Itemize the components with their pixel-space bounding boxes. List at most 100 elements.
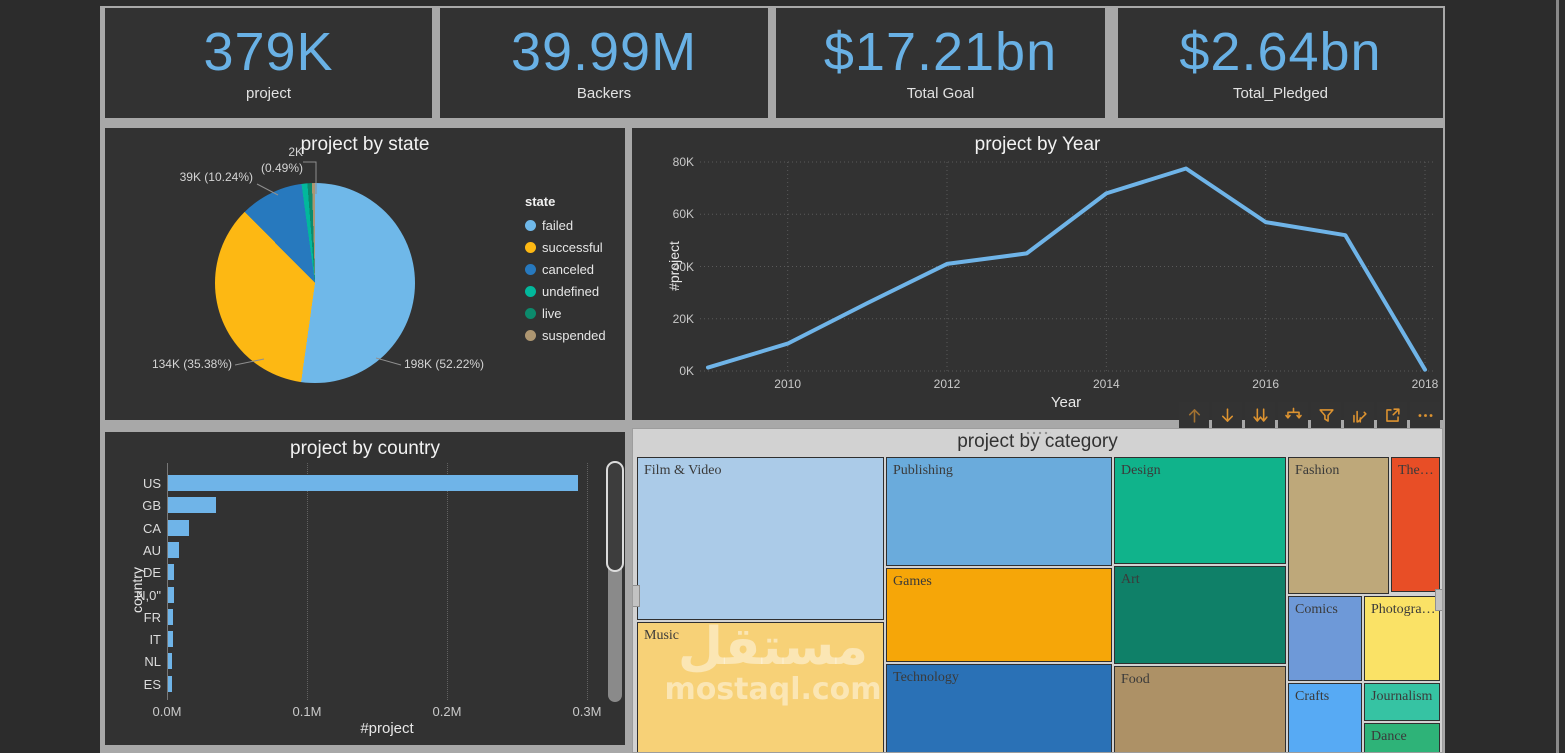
legend-item-canceled[interactable]: canceled <box>525 262 606 277</box>
treemap-tile-the-[interactable]: The… <box>1391 457 1440 592</box>
x-axis-title: Year <box>1050 394 1082 411</box>
x-tick-label: 0.0M <box>152 704 182 719</box>
bar-category-label: GB <box>142 498 161 514</box>
kpi-card-backers[interactable]: 39.99M Backers <box>440 8 768 118</box>
pie-legend: state failed successful canceled undefined l… <box>525 194 606 343</box>
legend-item-failed[interactable]: failed <box>525 218 606 233</box>
visual-header-toolbar <box>1179 402 1440 428</box>
bar-N,0"[interactable] <box>168 586 174 603</box>
tile-label: Dance <box>1371 729 1407 744</box>
treemap-tile-journalism[interactable]: Journalism <box>1364 683 1440 721</box>
legend-dot-icon <box>525 242 536 253</box>
tile-label: Film & Video <box>644 463 722 478</box>
treemap-tile-design[interactable]: Design <box>1114 457 1286 564</box>
pie-data-label-suspended: 2K (0.49%) <box>260 145 303 176</box>
kpi-label: project <box>245 84 292 102</box>
bar-category-label: IT <box>149 632 161 648</box>
y-tick-label: 80K <box>672 155 694 169</box>
legend-label: canceled <box>542 262 595 277</box>
tile-label: Food <box>1121 672 1150 687</box>
drill-up-icon[interactable] <box>1179 402 1209 428</box>
legend-item-undefined[interactable]: undefined <box>525 284 606 299</box>
tile-label: Technology <box>893 670 959 685</box>
legend-label: suspended <box>542 328 606 343</box>
bar-category-label: US <box>142 476 161 491</box>
legend-item-successful[interactable]: successful <box>525 240 606 255</box>
kpi-card-total-pledged[interactable]: $2.64bn Total_Pledged <box>1118 8 1443 118</box>
x-tick-label: 2012 <box>933 377 961 391</box>
kpi-value: 379K <box>203 22 334 83</box>
treemap-tile-games[interactable]: Games <box>886 568 1112 662</box>
treemap-tile-crafts[interactable]: Crafts <box>1288 683 1362 752</box>
treemap-tile-art[interactable]: Art <box>1114 566 1286 664</box>
bar-category-label: FR <box>143 609 161 625</box>
treemap-tile-comics[interactable]: Comics <box>1288 596 1362 681</box>
tile-label: Art <box>1121 572 1140 587</box>
legend-label: undefined <box>542 284 600 299</box>
gridline <box>447 463 448 700</box>
tile-label: Comics <box>1295 602 1338 617</box>
bar-US[interactable] <box>168 475 579 491</box>
bar-IT[interactable] <box>168 631 173 648</box>
bar-category-label: N,0" <box>136 587 161 603</box>
chart-title: project by category <box>957 431 1118 452</box>
treemap-tile-food[interactable]: Food <box>1114 666 1286 752</box>
right-resize-handle[interactable] <box>1435 589 1442 611</box>
chart-scrollbar-thumb[interactable] <box>606 461 624 572</box>
bar-ES[interactable] <box>168 675 172 692</box>
x-tick-label: 0.1M <box>292 704 322 719</box>
legend-dot-icon <box>525 264 536 275</box>
bar-NL[interactable] <box>168 653 173 670</box>
line-chart-panel[interactable]: project by Year #project 0K 20K 40K 60K 80K 2… <box>632 128 1443 420</box>
legend-item-live[interactable]: live <box>525 306 606 321</box>
bar-chart-panel[interactable]: project by country country 0.0M 0.1M 0.2M 0… <box>105 432 625 745</box>
treemap-tile-photogra-[interactable]: Photogra… <box>1364 596 1440 681</box>
bar-DE[interactable] <box>168 564 175 581</box>
treemap-tile-film-video[interactable]: Film & Video <box>637 457 884 620</box>
bar-FR[interactable] <box>168 608 173 625</box>
chart-scrollbar-track[interactable] <box>608 568 622 702</box>
pie-data-label-successful: 134K (35.38%) <box>151 357 232 371</box>
x-tick-label: 2016 <box>1252 377 1279 391</box>
treemap-header: project by category <box>633 429 1442 457</box>
legend-label: failed <box>542 218 574 233</box>
go-to-next-level-icon[interactable] <box>1245 402 1275 428</box>
gridline <box>587 463 588 700</box>
legend-dot-icon <box>525 286 536 297</box>
kpi-value: $17.21bn <box>823 22 1058 83</box>
treemap-panel[interactable]: project by category Film & Video Music Pub… <box>632 428 1443 753</box>
drill-down-icon[interactable] <box>1212 402 1242 428</box>
x-tick-label: 2018 <box>1411 377 1439 391</box>
treemap-tile-fashion[interactable]: Fashion <box>1288 457 1389 594</box>
powerbi-dashboard: 379K project 39.99M Backers $17.21bn Tot… <box>0 0 1565 753</box>
y-tick-label: 0K <box>679 364 694 378</box>
legend-dot-icon <box>525 220 536 231</box>
treemap-tile-technology[interactable]: Technology <box>886 664 1112 752</box>
chart-edit-icon[interactable] <box>1344 402 1374 428</box>
legend-item-suspended[interactable]: suspended <box>525 328 606 343</box>
tile-label: Music <box>644 628 679 643</box>
x-tick-label: 2010 <box>774 377 801 391</box>
bar-CA[interactable] <box>168 519 189 536</box>
legend-dot-icon <box>525 308 536 319</box>
focus-mode-icon[interactable] <box>1377 402 1407 428</box>
x-tick-label: 0.2M <box>432 704 462 719</box>
treemap-tile-publishing[interactable]: Publishing <box>886 457 1112 566</box>
bar-GB[interactable] <box>168 497 216 514</box>
kpi-card-total-goal[interactable]: $17.21bn Total Goal <box>776 8 1105 118</box>
gridline <box>307 463 308 700</box>
tile-label: The… <box>1398 463 1434 478</box>
pie-chart[interactable] <box>215 183 415 383</box>
line-chart[interactable] <box>700 160 1433 374</box>
more-options-icon[interactable] <box>1410 402 1440 428</box>
treemap-tile-music[interactable]: Music <box>637 622 884 752</box>
window-scrollbar[interactable] <box>1556 0 1559 753</box>
left-resize-handle[interactable] <box>633 585 640 607</box>
filter-icon[interactable] <box>1311 402 1341 428</box>
bar-AU[interactable] <box>168 541 180 558</box>
expand-all-icon[interactable] <box>1278 402 1308 428</box>
kpi-card-project[interactable]: 379K project <box>105 8 432 118</box>
bar-category-label: NL <box>144 654 161 670</box>
treemap-tile-dance[interactable]: Dance <box>1364 723 1440 752</box>
pie-chart-panel[interactable]: project by state 198K (52.22%) 134K (35.3… <box>105 128 625 420</box>
